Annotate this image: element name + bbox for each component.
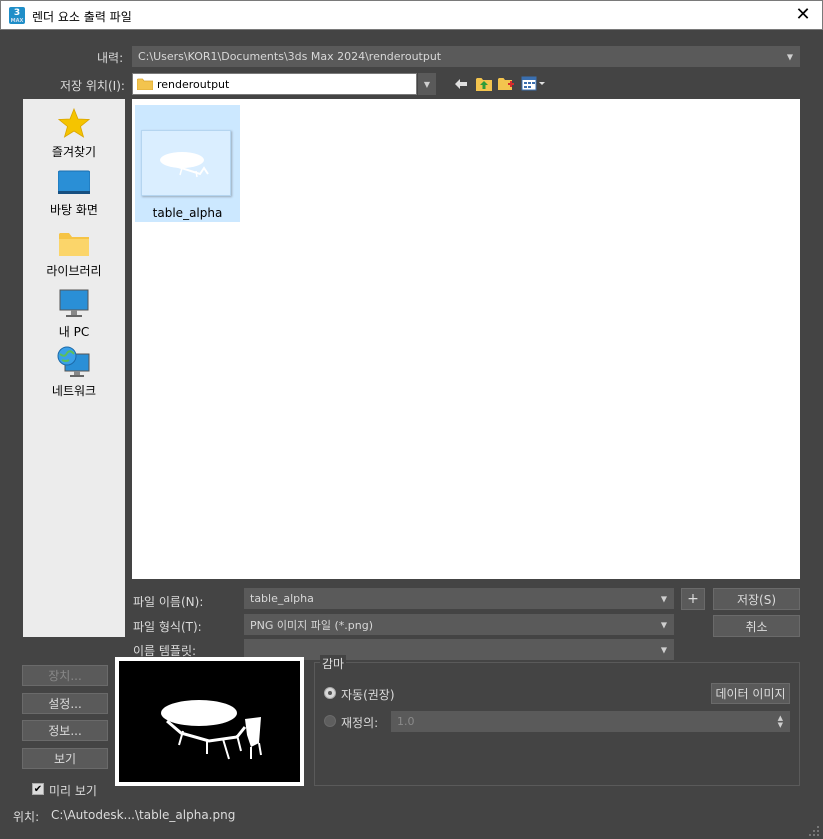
setup-button[interactable]: 설정... [22,693,108,714]
add-button[interactable]: + [681,588,705,610]
view-button[interactable]: 보기 [22,748,108,769]
desktop-icon [57,169,91,197]
savein-value: renderoutput [157,77,230,91]
gamma-override-value: 1.0 [397,715,415,728]
chevron-down-icon: ▼ [660,620,667,629]
save-button[interactable]: 저장(S) [713,588,800,610]
close-icon[interactable]: ✕ [792,4,814,26]
history-label: 내력: [97,51,124,65]
sidebar-item-label: 즐겨찾기 [51,145,97,159]
savein-label: 저장 위치(I): [60,79,125,93]
up-folder-icon[interactable] [475,74,493,92]
savein-dropdown[interactable]: renderoutput [132,73,417,95]
resize-grip-icon[interactable] [808,825,820,837]
file-list[interactable]: table_alpha [132,99,800,579]
network-icon [57,346,91,378]
sidebar-item-this-pc[interactable]: 내 PC [23,289,125,340]
preview-checkbox-label: 미리 보기 [49,784,97,798]
folder-icon [136,78,154,91]
gamma-title: 감마 [320,655,347,672]
filename-input[interactable]: table_alpha ▼ [244,588,674,609]
devices-button[interactable]: 장치... [22,665,108,686]
filetype-value: PNG 이미지 파일 (*.png) [250,618,373,632]
gamma-override-label: 재정의: [341,716,379,730]
filename-label: 파일 이름(N): [133,595,204,609]
sidebar-item-libraries[interactable]: 라이브러리 [23,230,125,279]
sidebar-item-label: 라이브러리 [46,264,102,278]
gamma-override-spinner[interactable]: 1.0 ▲ ▼ [391,711,790,732]
folder-icon [58,230,90,258]
spinner-arrows-icon: ▲ ▼ [777,713,783,729]
history-dropdown[interactable]: C:\Users\KOR1\Documents\3ds Max 2024\ren… [132,46,800,67]
sidebar-item-label: 네트워크 [51,384,97,398]
sidebar-item-label: 바탕 화면 [50,203,98,217]
history-value: C:\Users\KOR1\Documents\3ds Max 2024\ren… [138,50,442,63]
sidebar-item-network[interactable]: 네트워크 [23,346,125,399]
chevron-down-icon: ▼ [423,79,431,89]
sidebar-item-desktop[interactable]: 바탕 화면 [23,169,125,218]
location-value: C:\Autodesk...\table_alpha.png [51,808,236,822]
template-dropdown[interactable]: ▼ [244,639,674,660]
filename-value: table_alpha [250,592,314,605]
new-folder-icon[interactable] [497,74,515,92]
computer-icon [58,289,90,319]
gamma-override-radio[interactable] [324,715,336,727]
image-preview [115,657,304,786]
chevron-down-icon: ▼ [660,594,667,603]
data-image-button[interactable]: 데이터 이미지 [711,683,790,704]
places-sidebar: 즐겨찾기 바탕 화면 라이브러리 내 PC 네트워크 [23,99,125,637]
cancel-button[interactable]: 취소 [713,615,800,637]
sidebar-item-favorites[interactable]: 즐겨찾기 [23,107,125,160]
chevron-down-icon: ▼ [786,52,793,61]
file-name: table_alpha [152,206,223,220]
sidebar-item-label: 내 PC [58,325,90,339]
image-thumbnail [141,130,231,196]
app-icon: 3 MAX [9,7,25,24]
window-title: 렌더 요소 출력 파일 [32,10,132,24]
title-bar: 3 MAX 렌더 요소 출력 파일 ✕ [0,0,823,30]
file-item[interactable]: table_alpha [135,105,240,222]
view-menu-icon[interactable] [521,74,547,92]
gamma-auto-label: 자동(권장) [341,688,395,702]
preview-checkbox[interactable]: ✔ [32,783,44,795]
back-icon[interactable] [452,75,470,93]
gamma-auto-radio[interactable] [324,687,336,699]
filetype-label: 파일 형식(T): [133,620,202,634]
info-button[interactable]: 정보... [22,720,108,741]
savein-dropdown-button[interactable]: ▼ [418,73,436,95]
star-icon [57,107,91,139]
chevron-down-icon: ▼ [660,645,667,654]
location-label: 위치: [13,810,40,824]
filetype-dropdown[interactable]: PNG 이미지 파일 (*.png) ▼ [244,614,674,635]
